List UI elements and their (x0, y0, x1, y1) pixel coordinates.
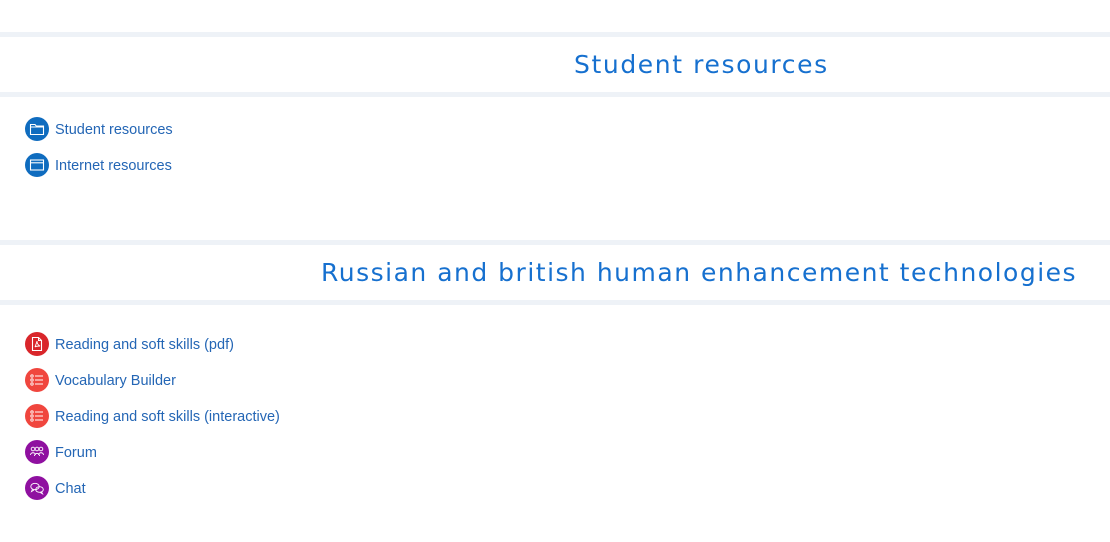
section-header: Student resources (0, 32, 1110, 97)
activity-link-reading-interactive[interactable]: Reading and soft skills (interactive) (55, 409, 280, 425)
browser-window-icon[interactable] (25, 153, 49, 177)
activity-link-internet-resources[interactable]: Internet resources (55, 158, 172, 174)
activity-link-reading-pdf[interactable]: Reading and soft skills (pdf) (55, 337, 234, 353)
activity-item: Internet resources (25, 153, 173, 189)
section-title: Student resources (574, 50, 829, 79)
section-header: Russian and british human enhancement te… (0, 240, 1110, 305)
section-title: Russian and british human enhancement te… (321, 258, 1078, 287)
activity-link-student-resources[interactable]: Student resources (55, 122, 173, 138)
activity-link-chat[interactable]: Chat (55, 481, 86, 497)
quiz-list-icon[interactable] (25, 404, 49, 428)
activity-item: Chat (25, 476, 280, 512)
quiz-list-icon[interactable] (25, 368, 49, 392)
pdf-file-icon[interactable] (25, 332, 49, 356)
section-human-enhancement: Russian and british human enhancement te… (0, 240, 1110, 500)
activity-item: Vocabulary Builder (25, 368, 280, 404)
folder-icon[interactable] (25, 117, 49, 141)
activity-link-forum[interactable]: Forum (55, 445, 97, 461)
activity-list: Reading and soft skills (pdf) Vocabulary… (25, 332, 280, 512)
chat-bubbles-icon[interactable] (25, 476, 49, 500)
forum-people-icon[interactable] (25, 440, 49, 464)
section-student-resources: Student resources Student resources Inte… (0, 32, 1110, 177)
activity-item: Reading and soft skills (interactive) (25, 404, 280, 440)
activity-item: Student resources (25, 117, 173, 153)
activity-list: Student resources Internet resources (25, 117, 173, 189)
activity-item: Reading and soft skills (pdf) (25, 332, 280, 368)
activity-item: Forum (25, 440, 280, 476)
activity-link-vocabulary-builder[interactable]: Vocabulary Builder (55, 373, 176, 389)
